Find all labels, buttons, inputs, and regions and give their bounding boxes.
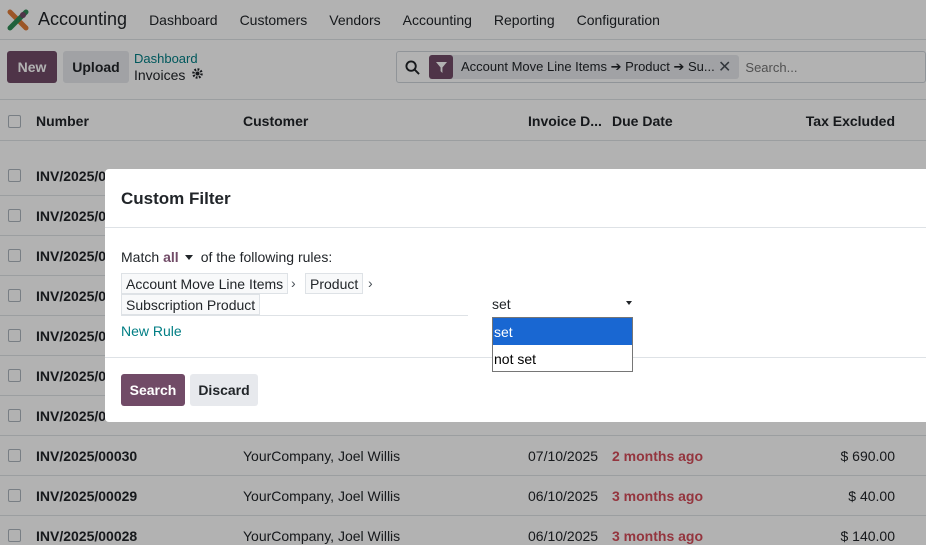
chevron-right-icon: › <box>368 275 373 291</box>
path-field-underline <box>121 315 468 316</box>
discard-button[interactable]: Discard <box>190 374 258 406</box>
caret-down-icon <box>626 301 632 305</box>
match-suffix: of the following rules: <box>200 249 333 265</box>
dialog-title: Custom Filter <box>121 189 231 208</box>
option-not-set[interactable]: not set <box>493 345 632 372</box>
match-prefix: Match <box>121 249 160 265</box>
operator-dropdown: set not set <box>492 317 633 372</box>
path-segment-subscription-product[interactable]: Subscription Product <box>121 294 261 315</box>
operator-select-value: set <box>492 296 511 312</box>
search-button[interactable]: Search <box>121 374 185 406</box>
match-rule-line: Match all of the following rules: <box>121 249 332 265</box>
match-selector[interactable]: all <box>163 249 179 265</box>
operator-select[interactable]: set <box>492 296 634 316</box>
path-segment-product[interactable]: Product <box>305 273 364 294</box>
chevron-down-icon[interactable] <box>184 254 193 260</box>
new-rule-link[interactable]: New Rule <box>121 323 182 339</box>
divider <box>105 227 926 228</box>
path-segment-account-move-line-items[interactable]: Account Move Line Items <box>121 273 289 294</box>
chevron-right-icon: › <box>291 275 296 291</box>
option-set[interactable]: set <box>493 318 632 345</box>
custom-filter-dialog: Custom Filter Match all of the following… <box>105 169 926 422</box>
